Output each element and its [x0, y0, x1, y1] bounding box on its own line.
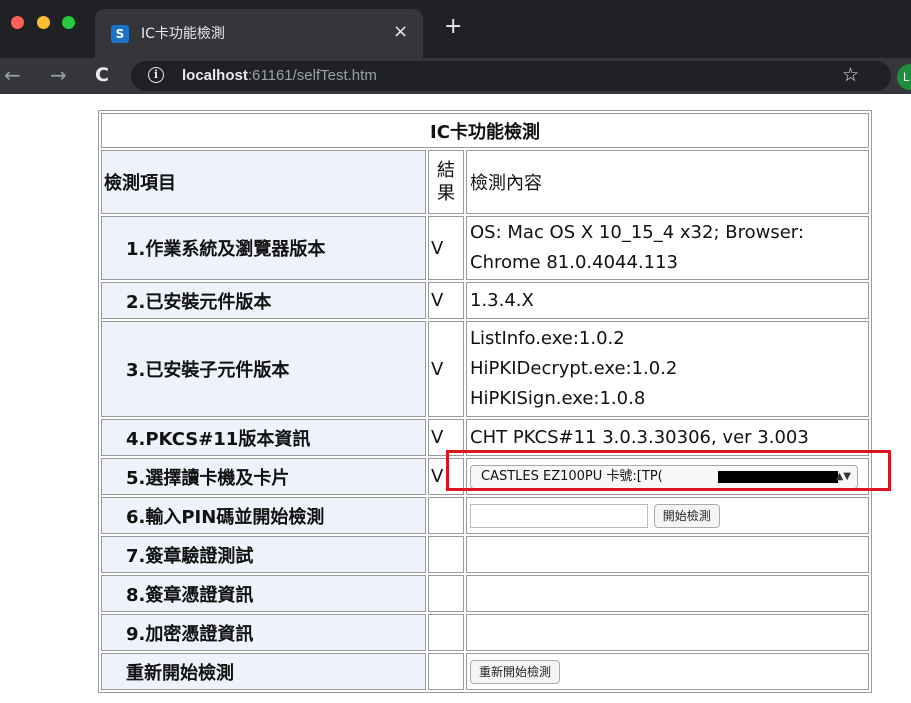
- reload-icon[interactable]: C: [95, 63, 109, 87]
- pin-input[interactable]: [470, 503, 648, 528]
- row-label-enter-pin: 6.輸入PIN碼並開始檢測: [101, 497, 426, 534]
- row-label-pkcs11: 4.PKCS#11版本資訊: [101, 419, 426, 456]
- row-label-component-version: 2.已安裝元件版本: [101, 282, 426, 319]
- header-result-text: 結果: [437, 160, 455, 204]
- url-host: localhost: [182, 67, 248, 84]
- row-content-sign-cert: [466, 575, 869, 612]
- row-result: V: [428, 216, 464, 280]
- minimize-window-button[interactable]: [37, 16, 50, 29]
- row-label-sign-verify: 7.簽章驗證測試: [101, 536, 426, 573]
- address-bar[interactable]: i localhost:61161/selfTest.htm ☆: [131, 61, 891, 91]
- tab-title: IC卡功能檢測: [141, 26, 225, 42]
- browser-tab-bar: S IC卡功能檢測 × +: [0, 0, 911, 58]
- header-item: 檢測項目: [101, 150, 426, 214]
- url-text[interactable]: localhost:61161/selfTest.htm: [182, 67, 377, 84]
- row-result: [428, 497, 464, 534]
- row-content-enter-pin: 開始檢測: [466, 497, 869, 534]
- browser-toolbar: ← → C i localhost:61161/selfTest.htm ☆: [0, 58, 911, 94]
- back-arrow-icon[interactable]: ←: [4, 63, 21, 87]
- row-label-os-browser: 1.作業系統及瀏覽器版本: [101, 216, 426, 280]
- row-result: [428, 575, 464, 612]
- url-path: :61161/selfTest.htm: [247, 67, 377, 84]
- favicon-icon: S: [111, 25, 129, 43]
- row-content-sign-verify: [466, 536, 869, 573]
- subcomponent-line: ListInfo.exe:1.0.2: [470, 328, 625, 349]
- subcomponent-line: HiPKIDecrypt.exe:1.0.2: [470, 358, 678, 379]
- row-label-restart: 重新開始檢測: [101, 653, 426, 690]
- row-result: [428, 536, 464, 573]
- row-content-restart: 重新開始檢測: [466, 653, 869, 690]
- subcomponent-line: HiPKISign.exe:1.0.8: [470, 388, 646, 409]
- ic-card-test-table: IC卡功能檢測 檢測項目 結果 檢測內容 1.作業系統及瀏覽器版本 V OS: …: [98, 110, 872, 693]
- row-content-subcomponents: ListInfo.exe:1.0.2 HiPKIDecrypt.exe:1.0.…: [466, 321, 869, 417]
- bookmark-star-icon[interactable]: ☆: [842, 64, 859, 86]
- forward-arrow-icon[interactable]: →: [50, 63, 67, 87]
- row-content-encrypt-cert: [466, 614, 869, 651]
- row-result: V: [428, 282, 464, 319]
- new-tab-icon[interactable]: +: [444, 15, 462, 39]
- browser-tab[interactable]: S IC卡功能檢測 ×: [95, 9, 423, 58]
- row-label-sign-cert: 8.簽章憑證資訊: [101, 575, 426, 612]
- restart-test-button[interactable]: 重新開始檢測: [470, 659, 561, 684]
- header-content: 檢測內容: [466, 150, 869, 214]
- row-content-component-version: 1.3.4.X: [466, 282, 869, 319]
- start-test-button[interactable]: 開始檢測: [653, 503, 720, 528]
- row-result: [428, 653, 464, 690]
- page-title: IC卡功能檢測: [101, 113, 869, 148]
- header-result: 結果: [428, 150, 464, 214]
- row-label-subcomponent-version: 3.已安裝子元件版本: [101, 321, 426, 417]
- close-window-button[interactable]: [11, 16, 24, 29]
- row-result: V: [428, 321, 464, 417]
- maximize-window-button[interactable]: [62, 16, 75, 29]
- row-label-select-reader: 5.選擇讀卡機及卡片: [101, 458, 426, 495]
- row-result: [428, 614, 464, 651]
- tab-close-icon[interactable]: ×: [393, 21, 408, 43]
- row-content-os-browser: OS: Mac OS X 10_15_4 x32; Browser: Chrom…: [466, 216, 869, 280]
- red-highlight-box: [446, 450, 891, 491]
- row-label-encrypt-cert: 9.加密憑證資訊: [101, 614, 426, 651]
- info-icon[interactable]: i: [148, 67, 164, 83]
